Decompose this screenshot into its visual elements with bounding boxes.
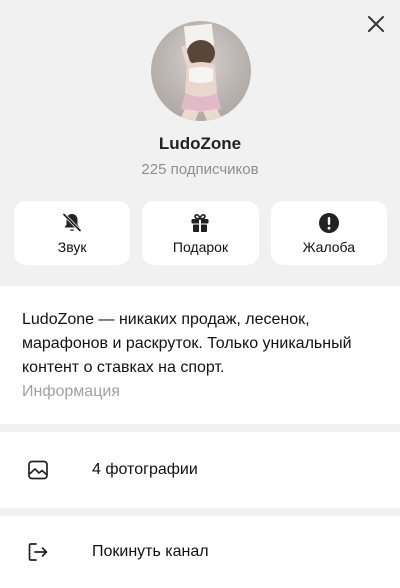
exit-icon xyxy=(28,543,48,561)
subscriber-count: 225 подписчиков xyxy=(141,161,259,178)
leave-channel-row[interactable]: Покинуть канал xyxy=(0,516,400,588)
report-button-label: Жалоба xyxy=(302,239,356,255)
mute-button[interactable]: Звук xyxy=(14,201,131,265)
mute-button-label: Звук xyxy=(57,239,87,255)
action-buttons: Звук Подарок Жалоба xyxy=(14,201,387,265)
gift-button-label: Подарок xyxy=(172,239,229,255)
gift-icon xyxy=(191,213,209,232)
gift-button[interactable]: Подарок xyxy=(142,201,259,265)
close-icon[interactable] xyxy=(364,12,388,36)
photos-row-label: 4 фотографии xyxy=(92,461,198,478)
channel-info: LudoZone — никаких продаж, лесенок, мара… xyxy=(0,286,400,424)
channel-name: LudoZone xyxy=(158,134,242,153)
image-icon xyxy=(28,460,48,480)
bell-off-icon xyxy=(62,212,82,233)
leave-channel-label: Покинуть канал xyxy=(92,543,209,560)
channel-header: LudoZone 225 подписчиков Звук Подарок Жа… xyxy=(0,0,400,286)
avatar xyxy=(151,21,251,121)
alert-icon xyxy=(318,213,339,233)
info-caption: Информация xyxy=(22,383,120,400)
report-button[interactable]: Жалоба xyxy=(270,201,387,265)
channel-description: LudoZone — никаких продаж, лесенок, мара… xyxy=(22,311,352,376)
photos-row[interactable]: 4 фотографии xyxy=(0,432,400,508)
